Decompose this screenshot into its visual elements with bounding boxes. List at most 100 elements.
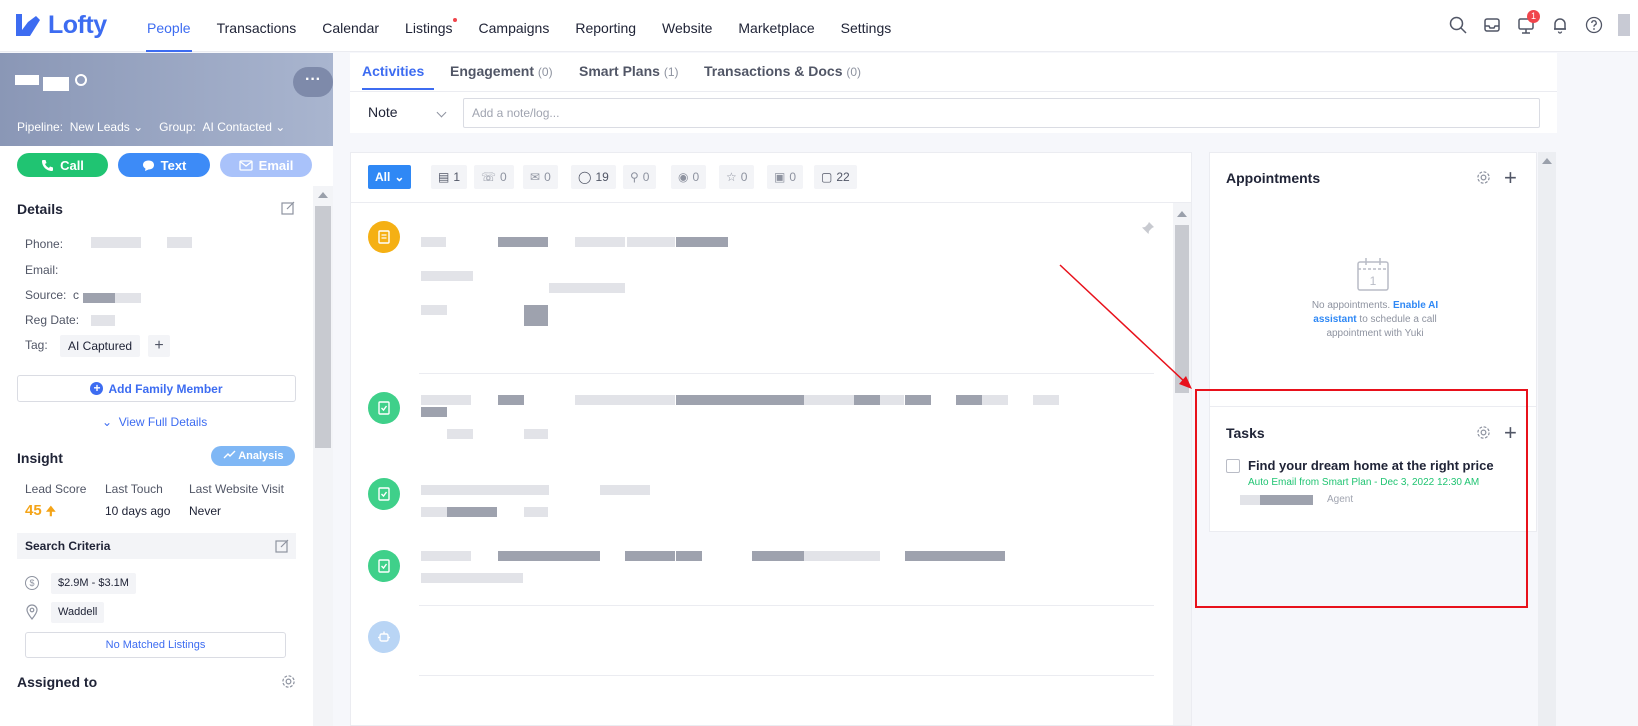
pipeline-value: New Leads [69, 120, 130, 134]
add-family-member-button[interactable]: + Add Family Member [17, 375, 296, 402]
gear-icon[interactable] [281, 674, 296, 689]
filter-all[interactable]: All ⌄ [368, 165, 412, 189]
redacted-text [421, 507, 447, 517]
tag-chip[interactable]: AI Captured [60, 335, 141, 357]
filter-transactions[interactable]: ▣ 0 [767, 165, 804, 189]
redacted-text [627, 237, 675, 247]
tab-engagement[interactable]: Engagement (0) [450, 63, 553, 79]
inbox-icon[interactable] [1482, 14, 1502, 36]
phone-redacted-2 [167, 237, 192, 248]
filter-emails-count: 0 [544, 170, 551, 184]
task-activity-icon [368, 550, 400, 582]
tag-label: Tag: [25, 338, 48, 352]
bell-icon[interactable] [1550, 14, 1570, 36]
group-dropdown[interactable]: Group: AI Contacted ⌄ [159, 120, 285, 134]
tab-engagement-label: Engagement [450, 63, 535, 79]
pipeline-dropdown[interactable]: Pipeline: New Leads ⌄ [17, 120, 143, 134]
edit-criteria-icon[interactable] [275, 539, 289, 553]
right-scrollbar[interactable] [1538, 152, 1556, 726]
lead-score-label: Lead Score [25, 482, 87, 496]
plus-circle-icon: + [90, 382, 104, 395]
phone-icon [42, 159, 54, 171]
redacted-text [421, 485, 549, 495]
filter-favorites[interactable]: ☆ 0 [719, 165, 755, 189]
lofty-logo-icon [16, 14, 40, 36]
last-touch-label: Last Touch [105, 482, 163, 496]
view-full-details-link[interactable]: ⌄ View Full Details [102, 415, 207, 429]
filter-notes-count: 1 [453, 170, 461, 184]
tab-activities[interactable]: Activities [362, 63, 424, 79]
price-range-chip: $2.9M - $3.1M [51, 573, 136, 594]
left-scrollbar[interactable] [313, 186, 333, 726]
profile-header: ··· Pipeline: New Leads ⌄ Group: AI Cont… [0, 53, 333, 146]
no-matched-listings[interactable]: No Matched Listings [25, 632, 286, 658]
help-icon[interactable] [1584, 14, 1604, 36]
billing-icon[interactable]: 1 [1516, 10, 1540, 36]
redacted-text [421, 573, 523, 583]
edit-icon[interactable] [281, 201, 295, 215]
last-touch-value: 10 days ago [105, 504, 171, 518]
logo-text: Lofty [48, 10, 107, 39]
tab-transactions-docs[interactable]: Transactions & Docs (0) [704, 63, 861, 79]
nav-reporting[interactable]: Reporting [562, 0, 649, 52]
redacted-text [575, 237, 625, 247]
nav-calendar[interactable]: Calendar [309, 0, 392, 52]
text-button[interactable]: Text [118, 153, 210, 177]
analysis-button[interactable]: Analysis [211, 446, 295, 466]
filter-emails[interactable]: ✉ 0 [523, 165, 558, 189]
note-type-select[interactable]: Note [368, 104, 398, 120]
redacted-text [549, 283, 625, 293]
user-avatar[interactable] [1618, 14, 1630, 36]
redacted-text [524, 429, 548, 439]
nav-people[interactable]: People [134, 0, 204, 52]
call-button[interactable]: Call [17, 153, 108, 177]
redacted-text [421, 237, 446, 247]
nav-marketplace[interactable]: Marketplace [725, 0, 827, 52]
source-redacted [83, 293, 115, 303]
more-options-button[interactable]: ··· [293, 67, 333, 97]
filter-views[interactable]: ◉ 0 [671, 165, 707, 189]
nav-listings[interactable]: Listings [392, 0, 465, 52]
nav-settings[interactable]: Settings [828, 0, 905, 52]
task-activity-icon [368, 392, 400, 424]
filter-all-label: All [375, 170, 391, 184]
redacted-text [676, 237, 728, 247]
calendar-icon: 1 [1357, 258, 1389, 291]
filter-searches[interactable]: ⚲ 0 [623, 165, 657, 189]
redacted-text [421, 395, 471, 405]
filter-texts-count: 19 [595, 170, 609, 184]
nav-website[interactable]: Website [649, 0, 725, 52]
location-chip: Waddell [51, 602, 105, 623]
last-visit-label: Last Website Visit [189, 482, 284, 496]
filter-texts[interactable]: ◯ 19 [571, 165, 616, 189]
email-button[interactable]: Email [220, 153, 312, 177]
annotation-arrow [1059, 264, 1192, 389]
chat-icon [142, 160, 154, 171]
email-label: Email [258, 157, 294, 173]
phone-redacted [91, 237, 141, 248]
note-composer: Note [350, 91, 1557, 133]
reg-date-label: Reg Date: [25, 313, 80, 327]
star-icon: ☆ [726, 170, 737, 184]
briefcase-icon: ▣ [774, 170, 786, 184]
tab-smart-plans[interactable]: Smart Plans (1) [579, 63, 679, 79]
chevron-down-icon: ⌄ [275, 120, 286, 134]
source-redacted-2 [115, 293, 141, 303]
add-tag-button[interactable]: + [148, 335, 170, 357]
filter-calls[interactable]: ☏ 0 [474, 165, 514, 189]
annotation-highlight-box [1195, 389, 1528, 608]
source-value: c [73, 288, 80, 302]
nav-transactions[interactable]: Transactions [204, 0, 310, 52]
nav-listings-label: Listings [405, 20, 453, 36]
group-label: Group: [159, 120, 196, 134]
nav-campaigns[interactable]: Campaigns [466, 0, 563, 52]
gear-icon[interactable] [1476, 170, 1491, 185]
search-icon[interactable] [1448, 14, 1468, 36]
lofty-logo[interactable]: Lofty [14, 10, 107, 40]
pin-icon[interactable] [1141, 221, 1155, 235]
filter-notes[interactable]: ▤ 1 [431, 165, 468, 189]
filter-system[interactable]: ▢ 22 [814, 165, 857, 189]
note-input[interactable] [463, 98, 1540, 128]
eye-icon: ◉ [678, 170, 689, 184]
add-appointment-button[interactable]: + [1504, 167, 1517, 189]
